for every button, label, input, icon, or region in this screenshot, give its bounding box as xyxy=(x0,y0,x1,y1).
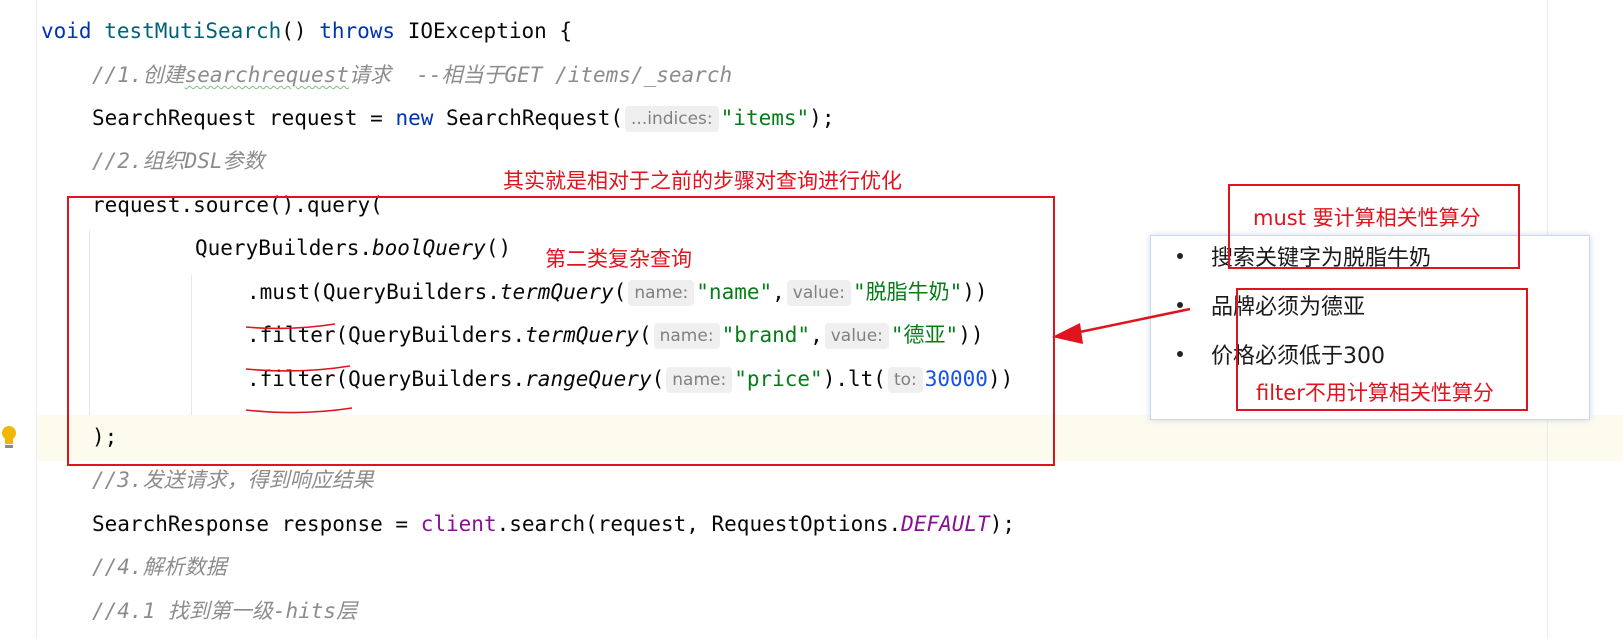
arrow-shaft xyxy=(1074,307,1191,335)
underline-filter-price xyxy=(245,407,353,414)
arrow-head-icon xyxy=(1052,323,1083,344)
annotation-strokes xyxy=(245,307,1191,414)
underline-must xyxy=(245,323,336,330)
underline-filter-brand xyxy=(245,365,351,372)
